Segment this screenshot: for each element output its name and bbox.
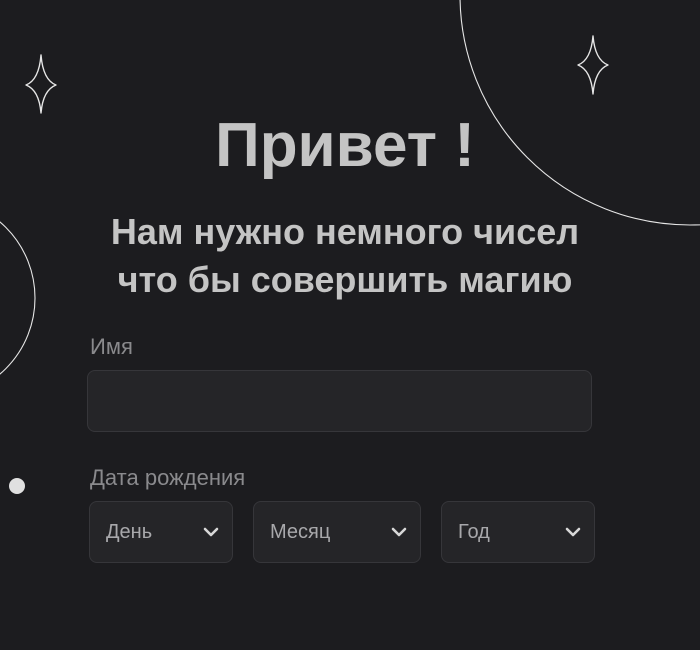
- name-label: Имя: [90, 334, 133, 359]
- chevron-down-icon: [391, 527, 407, 537]
- chevron-down-icon: [203, 527, 219, 537]
- month-select-value: Месяц: [270, 520, 331, 543]
- birthdate-label: Дата рождения: [90, 465, 246, 490]
- page-title: Привет !: [215, 111, 475, 180]
- month-select[interactable]: Месяц: [253, 501, 421, 563]
- year-select-value: Год: [458, 520, 490, 543]
- subtitle-line-2: что бы совершить магию: [117, 259, 573, 300]
- day-select-value: День: [106, 520, 153, 543]
- year-select[interactable]: Год: [441, 501, 595, 563]
- subtitle-line-1: Нам нужно немного чисел: [110, 211, 580, 252]
- sparkle-icon: [25, 54, 57, 114]
- name-input[interactable]: [87, 370, 592, 432]
- chevron-down-icon: [565, 527, 581, 537]
- day-select[interactable]: День: [89, 501, 233, 563]
- dot-icon: [9, 478, 25, 494]
- page-subtitle: Нам нужно немного чисел что бы совершить…: [0, 208, 690, 304]
- sparkle-icon: [577, 35, 609, 95]
